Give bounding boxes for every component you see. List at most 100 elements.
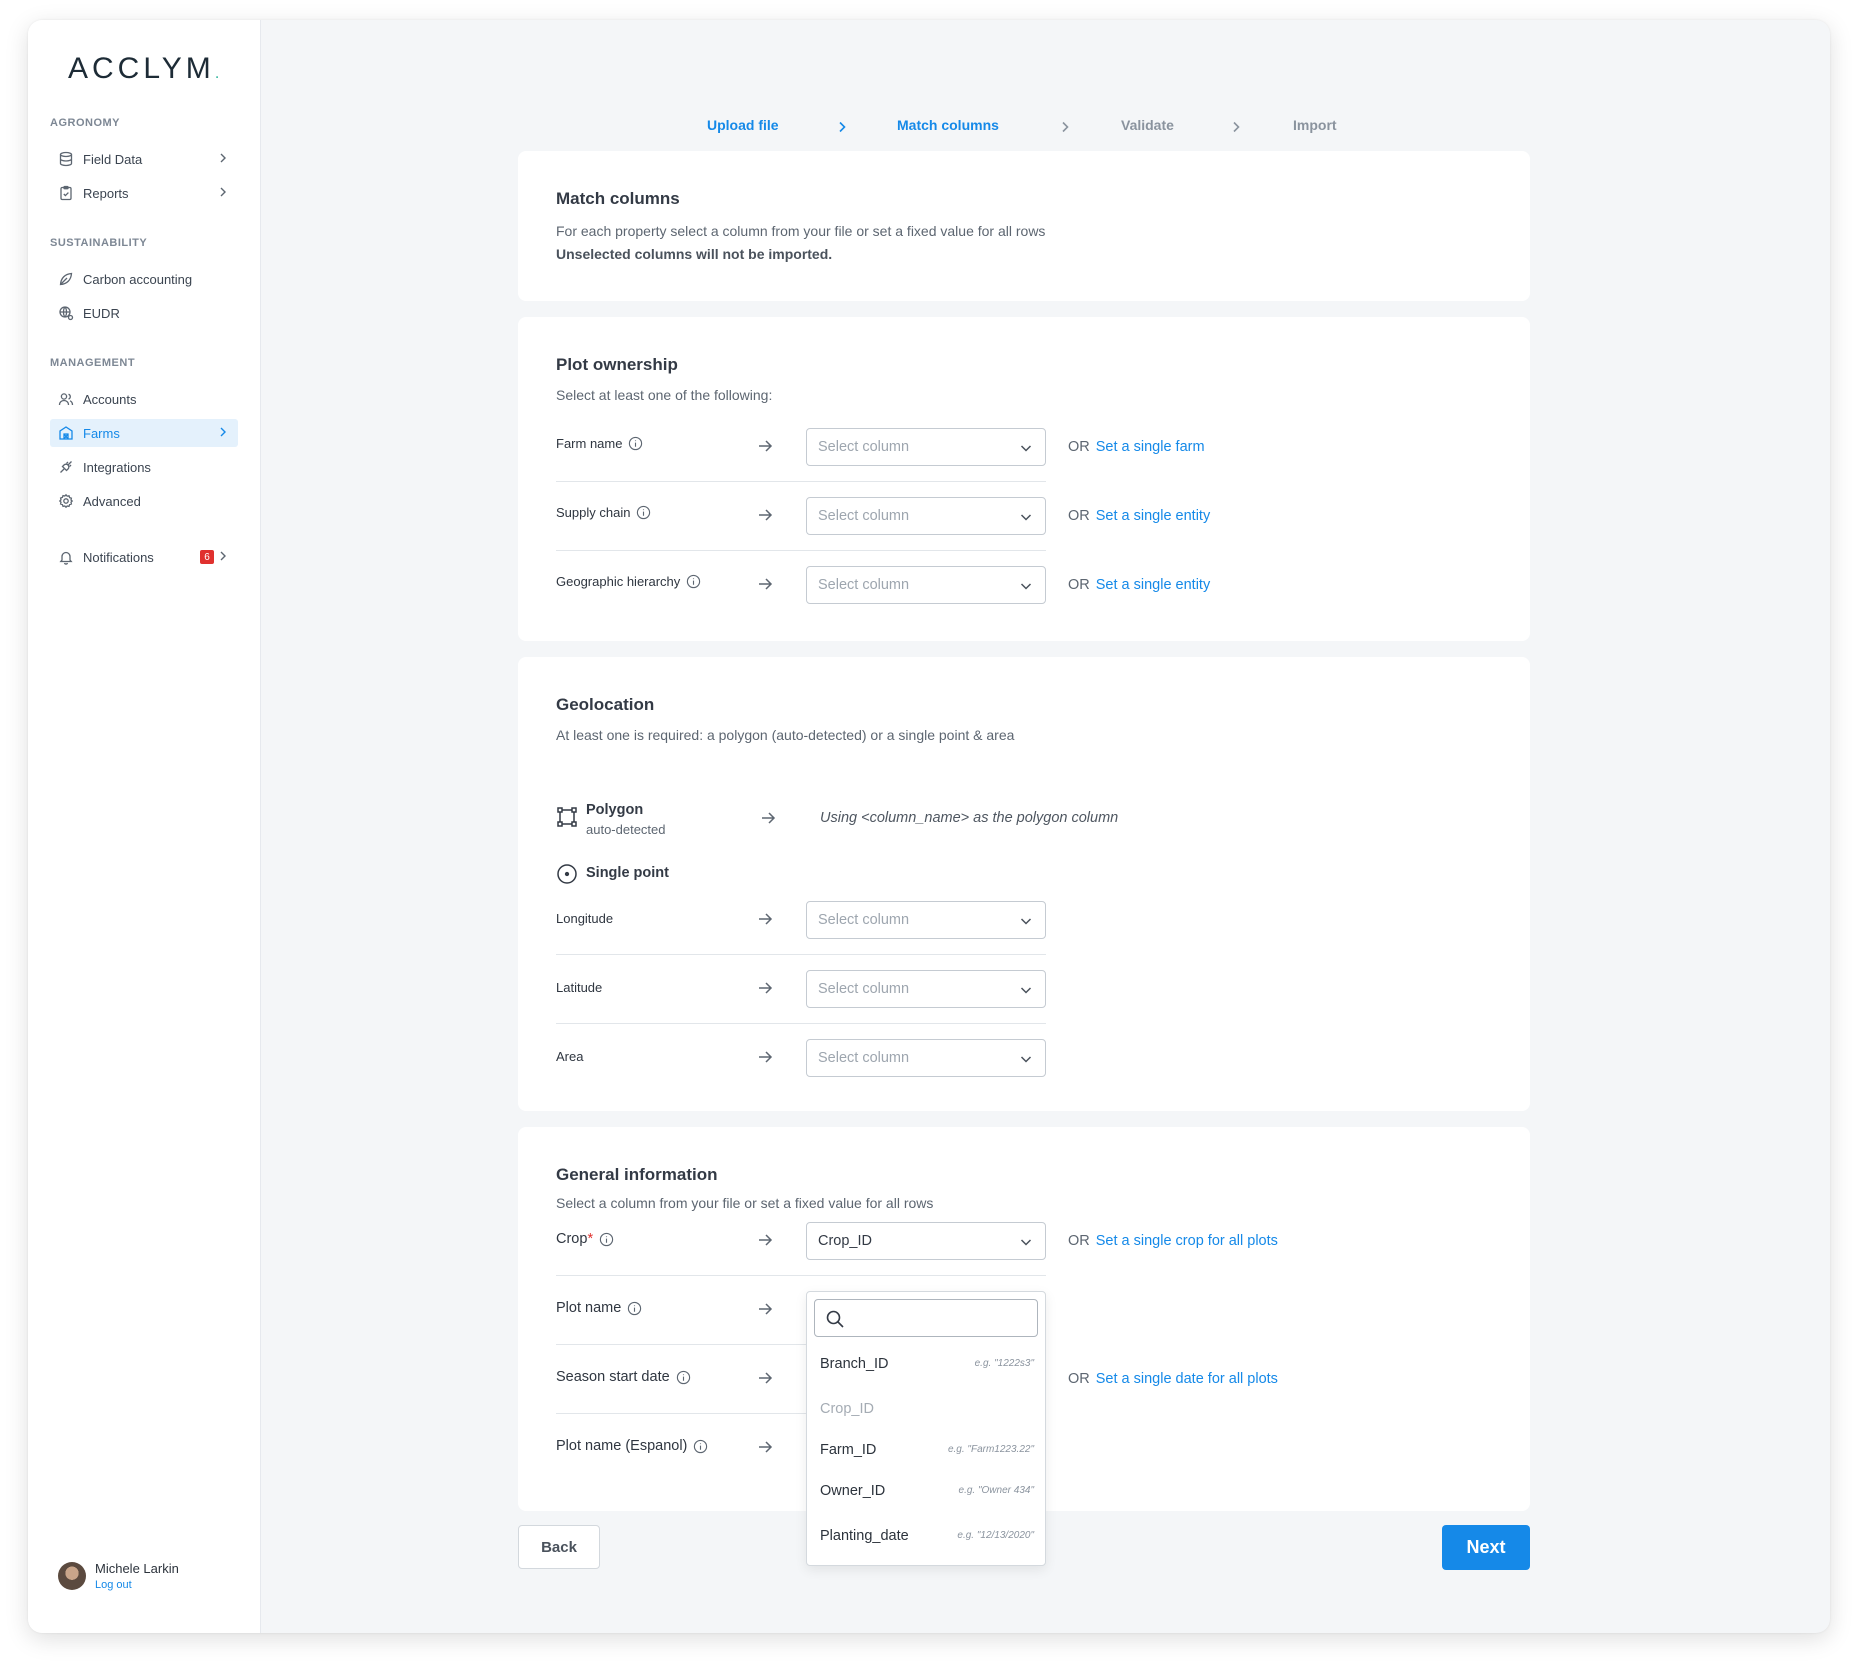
farm-icon — [58, 425, 74, 441]
users-icon — [58, 391, 74, 407]
supply-chain-select[interactable]: Select column — [806, 497, 1046, 535]
chevron-right-icon — [220, 187, 226, 197]
polygon-icon — [557, 807, 577, 827]
info-icon[interactable] — [693, 1439, 708, 1454]
latitude-select[interactable]: Select column — [806, 970, 1046, 1008]
arrow-right-icon — [759, 1051, 773, 1063]
dropdown-option-branch-id[interactable]: Branch_ID e.g. "1222s3" — [820, 1356, 1034, 1372]
longitude-label: Longitude — [556, 911, 614, 926]
farm-name-label: Farm name — [556, 436, 643, 451]
sidebar-item-advanced[interactable]: Advanced — [50, 487, 238, 515]
database-icon — [58, 151, 74, 167]
import-stepper: Upload file Match columns Validate Impor… — [28, 117, 1830, 137]
set-single-crop-link[interactable]: Set a single crop for all plots — [1096, 1233, 1278, 1249]
set-single-date-link[interactable]: Set a single date for all plots — [1096, 1371, 1278, 1387]
section-subtitle: Select a column from your file or set a … — [556, 1195, 934, 1211]
farm-name-select[interactable]: Select column — [806, 428, 1046, 466]
longitude-select[interactable]: Select column — [806, 901, 1046, 939]
set-single-crop: OR Set a single crop for all plots — [1068, 1233, 1278, 1249]
set-single-entity: OR Set a single entity — [1068, 508, 1211, 524]
chevron-down-icon — [1020, 1239, 1032, 1246]
chevron-right-icon — [220, 551, 226, 561]
target-icon — [557, 864, 577, 884]
back-button[interactable]: Back — [518, 1525, 600, 1569]
chevron-right-icon — [220, 153, 226, 163]
arrow-right-icon — [759, 578, 773, 590]
sidebar-item-carbon-accounting[interactable]: Carbon accounting — [50, 265, 238, 293]
set-single-entity-link[interactable]: Set a single entity — [1096, 577, 1210, 593]
leaf-icon — [58, 271, 74, 287]
dropdown-search-input[interactable] — [814, 1299, 1038, 1337]
set-single-farm-link[interactable]: Set a single farm — [1096, 439, 1205, 455]
sidebar-item-farms[interactable]: Farms — [50, 419, 238, 447]
chevron-right-icon — [1233, 121, 1240, 133]
sidebar-item-notifications[interactable]: Notifications 6 — [50, 543, 238, 571]
sidebar-item-eudr[interactable]: EUDR — [50, 299, 238, 327]
polygon-note: Using <column_name> as the polygon colum… — [820, 810, 1119, 826]
dropdown-option-owner-id[interactable]: Owner_ID e.g. "Owner 434" — [820, 1483, 1034, 1499]
arrow-right-icon — [759, 1441, 773, 1453]
arrow-right-icon — [759, 509, 773, 521]
bell-icon — [58, 549, 74, 565]
arrow-right-icon — [759, 1234, 773, 1246]
dropdown-option-farm-id[interactable]: Farm_ID e.g. "Farm1223.22" — [820, 1442, 1034, 1458]
polygon-title: Polygon — [586, 802, 644, 818]
info-icon[interactable] — [627, 1301, 642, 1316]
info-icon[interactable] — [599, 1232, 614, 1247]
arrow-right-icon — [759, 913, 773, 925]
page-title: Match columns — [556, 189, 680, 208]
row-divider — [556, 954, 1046, 955]
dropdown-option-planting-date[interactable]: Planting_date e.g. "12/13/2020" — [820, 1528, 1034, 1544]
sidebar-item-reports[interactable]: Reports — [50, 179, 238, 207]
sidebar-item-integrations[interactable]: Integrations — [50, 453, 238, 481]
geographic-hierarchy-select[interactable]: Select column — [806, 566, 1046, 604]
set-single-entity-link[interactable]: Set a single entity — [1096, 508, 1210, 524]
sidebar-item-accounts[interactable]: Accounts — [50, 385, 238, 413]
section-title: Plot ownership — [556, 355, 678, 374]
next-button[interactable]: Next — [1442, 1525, 1530, 1570]
logout-link[interactable]: Log out — [95, 1579, 179, 1591]
single-point-title: Single point — [586, 865, 669, 881]
crop-select[interactable]: Crop_ID — [806, 1222, 1046, 1260]
step-import: Import — [1293, 117, 1337, 133]
season-start-date-label: Season start date — [556, 1369, 691, 1385]
chevron-right-icon — [1062, 121, 1069, 133]
section-subtitle: Select at least one of the following: — [556, 387, 773, 403]
section-subtitle: At least one is required: a polygon (aut… — [556, 727, 1015, 743]
info-icon[interactable] — [676, 1370, 691, 1385]
chevron-down-icon — [1020, 918, 1032, 925]
chevron-down-icon — [1020, 583, 1032, 590]
supply-chain-label: Supply chain — [556, 505, 651, 520]
set-single-date: OR Set a single date for all plots — [1068, 1371, 1278, 1387]
logo[interactable]: ACCLYM. — [68, 52, 219, 86]
section-title: Geolocation — [556, 695, 655, 714]
clipboard-icon — [58, 185, 74, 201]
user-name: Michele Larkin — [95, 1561, 179, 1576]
step-match-columns[interactable]: Match columns — [897, 117, 999, 133]
sidebar-item-field-data[interactable]: Field Data — [50, 145, 238, 173]
info-icon[interactable] — [628, 436, 643, 451]
intro-note: Unselected columns will not be imported. — [556, 246, 833, 262]
latitude-label: Latitude — [556, 980, 603, 995]
area-select[interactable]: Select column — [806, 1039, 1046, 1077]
notifications-badge: 6 — [200, 550, 214, 564]
crop-label: Crop * — [556, 1231, 614, 1247]
chevron-right-icon — [220, 427, 226, 437]
chevron-down-icon — [1020, 514, 1032, 521]
app-window: ACCLYM. AGRONOMY Field Data Reports SUST… — [28, 20, 1830, 1633]
info-icon[interactable] — [686, 574, 701, 589]
chevron-down-icon — [1020, 1056, 1032, 1063]
plug-icon — [58, 459, 74, 475]
arrow-right-icon — [759, 1372, 773, 1384]
chevron-down-icon — [1020, 987, 1032, 994]
row-divider — [556, 481, 1046, 482]
info-icon[interactable] — [636, 505, 651, 520]
avatar[interactable] — [58, 1562, 86, 1590]
arrow-right-icon — [762, 812, 776, 824]
geographic-hierarchy-label: Geographic hierarchy — [556, 574, 701, 589]
step-validate: Validate — [1121, 117, 1174, 133]
step-upload-file[interactable]: Upload file — [707, 117, 779, 133]
row-divider — [556, 550, 1046, 551]
arrow-right-icon — [759, 1303, 773, 1315]
section-title-management: MANAGEMENT — [50, 357, 136, 369]
